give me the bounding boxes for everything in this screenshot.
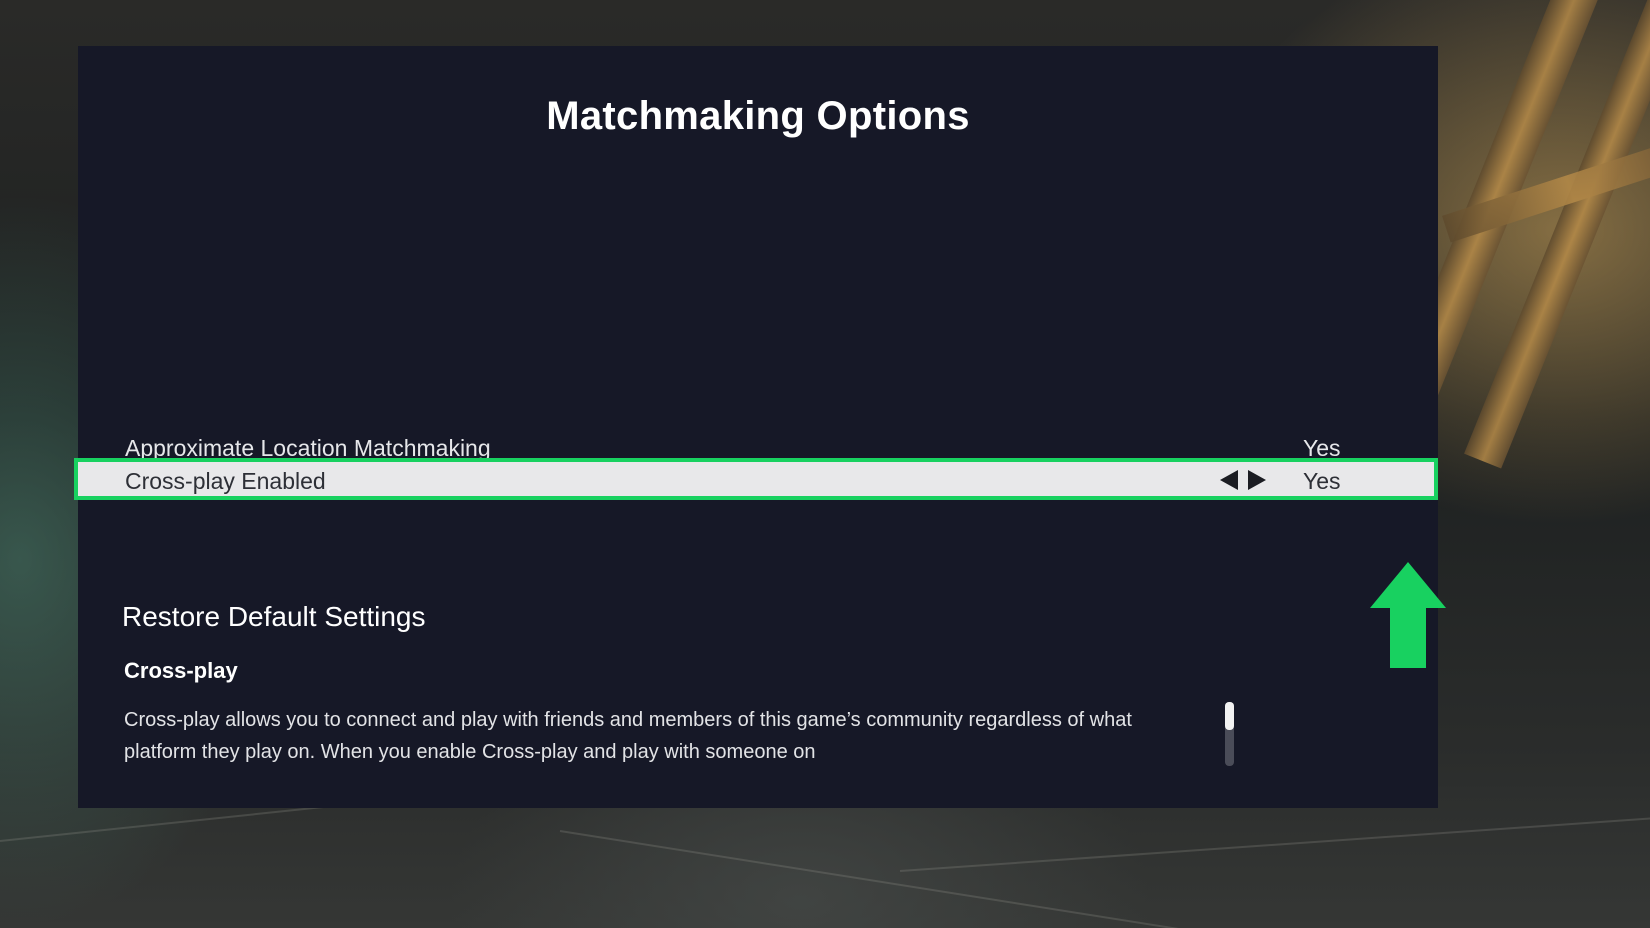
- description-text: Cross-play allows you to connect and pla…: [124, 709, 1132, 763]
- game-scene-background: Matchmaking Options Approximate Location…: [0, 0, 1650, 928]
- description-scrollbar[interactable]: [1225, 702, 1234, 766]
- up-arrow-icon: [1370, 562, 1446, 668]
- floor-seam: [559, 830, 1252, 928]
- option-row-cross-play-enabled[interactable]: Cross-play Enabled Yes: [74, 458, 1438, 500]
- page-title: Matchmaking Options: [546, 94, 970, 138]
- option-value: Yes: [1303, 468, 1341, 494]
- arrow-right-icon[interactable]: [1248, 470, 1266, 490]
- matchmaking-options-panel: Matchmaking Options Approximate Location…: [74, 46, 1446, 808]
- description-title: Cross-play: [124, 658, 238, 683]
- arrow-left-icon[interactable]: [1220, 470, 1238, 490]
- scrollbar-thumb[interactable]: [1225, 702, 1234, 730]
- restore-default-settings-button[interactable]: Restore Default Settings: [122, 601, 426, 633]
- option-label: Cross-play Enabled: [125, 468, 326, 494]
- floor-seam: [899, 816, 1650, 872]
